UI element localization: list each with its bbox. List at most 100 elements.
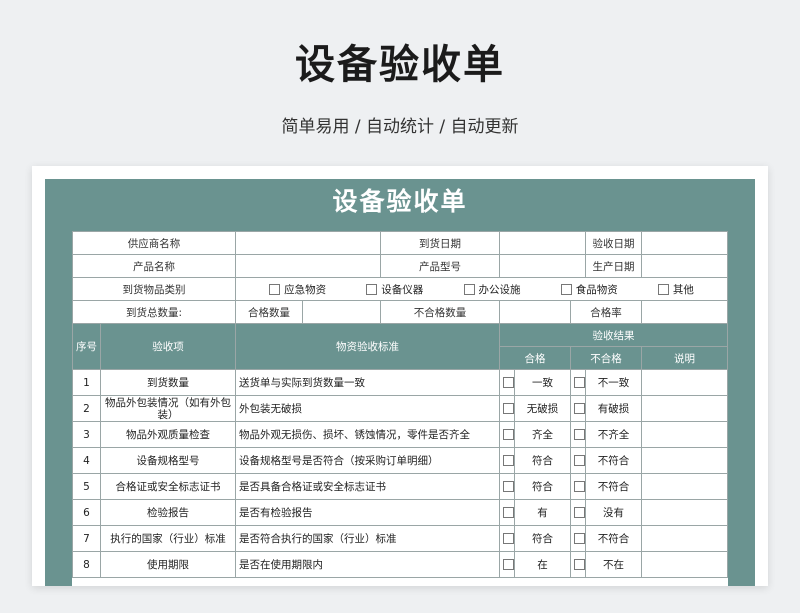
checkbox[interactable] xyxy=(503,403,514,414)
unqualified-quantity-label: 不合格数量 xyxy=(380,300,500,324)
supplier-field[interactable] xyxy=(235,231,381,255)
checkbox[interactable] xyxy=(574,533,585,544)
category-option[interactable]: 食品物资 xyxy=(560,282,618,297)
checkbox[interactable] xyxy=(503,481,514,492)
category-option-label: 食品物资 xyxy=(575,283,618,296)
fail-checkbox-cell[interactable] xyxy=(569,447,587,474)
category-option[interactable]: 设备仪器 xyxy=(366,282,423,297)
pass-checkbox-cell[interactable] xyxy=(499,525,515,552)
item-number: 5 xyxy=(72,473,101,500)
table-row: 8 使用期限 是否在使用期限内 在 不在 xyxy=(72,551,729,578)
fail-label: 不在 xyxy=(585,551,643,578)
checkbox[interactable] xyxy=(560,283,572,295)
checkbox[interactable] xyxy=(366,283,378,295)
col-header-pass: 合格 xyxy=(499,346,571,370)
item-name: 执行的国家（行业）标准 xyxy=(100,525,236,552)
col-header-note: 说明 xyxy=(641,346,729,370)
fail-checkbox-cell[interactable] xyxy=(569,369,587,396)
item-number: 7 xyxy=(72,525,101,552)
checkbox[interactable] xyxy=(503,507,514,518)
pass-label: 无破损 xyxy=(514,395,571,422)
note-field[interactable] xyxy=(641,447,729,474)
form-sheet: 供应商名称 到货日期 验收日期 产品名称 产品型号 生产日期 到货物品类别 应急… xyxy=(72,231,729,586)
pass-rate-field[interactable] xyxy=(641,300,729,324)
header-row-1: 序号 验收项 物资验收标准 验收结果 xyxy=(72,323,729,370)
category-label: 到货物品类别 xyxy=(72,277,236,301)
pass-checkbox-cell[interactable] xyxy=(499,551,515,578)
total-quantity-label: 到货总数量: xyxy=(72,300,236,324)
checkbox[interactable] xyxy=(574,481,585,492)
checkbox[interactable] xyxy=(657,283,669,295)
pass-checkbox-cell[interactable] xyxy=(499,395,515,422)
production-date-field[interactable] xyxy=(641,254,729,278)
table-row: 3 物品外观质量检查 物品外观无损伤、损坏、锈蚀情况，零件是否齐全 齐全 不齐全 xyxy=(72,421,729,448)
item-standard: 是否符合执行的国家（行业）标准 xyxy=(235,525,500,552)
note-field[interactable] xyxy=(641,421,729,448)
pass-checkbox-cell[interactable] xyxy=(499,421,515,448)
qualified-quantity-field[interactable] xyxy=(302,300,381,324)
product-model-label: 产品型号 xyxy=(380,254,500,278)
pass-checkbox-cell[interactable] xyxy=(499,499,515,526)
acceptance-table: 供应商名称 到货日期 验收日期 产品名称 产品型号 生产日期 到货物品类别 应急… xyxy=(72,231,729,578)
checkbox[interactable] xyxy=(463,283,475,295)
product-name-field[interactable] xyxy=(235,254,381,278)
fail-label: 有破损 xyxy=(585,395,643,422)
item-number: 8 xyxy=(72,551,101,578)
fail-label: 不一致 xyxy=(585,369,643,396)
checkbox[interactable] xyxy=(503,455,514,466)
item-number: 4 xyxy=(72,447,101,474)
category-option[interactable]: 办公设施 xyxy=(463,282,521,297)
category-option[interactable]: 应急物资 xyxy=(269,282,326,297)
category-option-label: 其他 xyxy=(672,283,694,296)
checkbox[interactable] xyxy=(574,377,585,388)
category-options: 应急物资 设备仪器 办公设施 食品物资 其他 xyxy=(234,277,729,301)
fail-checkbox-cell[interactable] xyxy=(569,499,587,526)
info-row-2: 产品名称 产品型号 生产日期 xyxy=(72,254,729,278)
pass-checkbox-cell[interactable] xyxy=(499,369,515,396)
checkbox[interactable] xyxy=(503,533,514,544)
product-model-field[interactable] xyxy=(498,254,587,278)
checkbox[interactable] xyxy=(503,377,514,388)
pass-rate-label: 合格率 xyxy=(569,300,643,324)
checkbox[interactable] xyxy=(574,403,585,414)
item-standard: 物品外观无损伤、损坏、锈蚀情况，零件是否齐全 xyxy=(235,421,500,448)
quantity-row: 到货总数量: 合格数量 不合格数量 合格率 xyxy=(72,300,729,324)
note-field[interactable] xyxy=(641,473,729,500)
fail-checkbox-cell[interactable] xyxy=(569,395,587,422)
category-option[interactable]: 其他 xyxy=(657,282,694,297)
note-field[interactable] xyxy=(641,525,729,552)
category-option-label: 应急物资 xyxy=(284,283,327,296)
fail-checkbox-cell[interactable] xyxy=(569,525,587,552)
note-field[interactable] xyxy=(641,369,729,396)
note-field[interactable] xyxy=(641,551,729,578)
checkbox[interactable] xyxy=(574,429,585,440)
fail-checkbox-cell[interactable] xyxy=(569,473,587,500)
table-row: 4 设备规格型号 设备规格型号是否符合（按采购订单明细） 符合 不符合 xyxy=(72,447,729,474)
pass-checkbox-cell[interactable] xyxy=(499,473,515,500)
fail-checkbox-cell[interactable] xyxy=(569,421,587,448)
item-name: 设备规格型号 xyxy=(100,447,236,474)
checkbox[interactable] xyxy=(574,507,585,518)
page-title: 设备验收单 xyxy=(295,42,505,88)
col-header-standard: 物资验收标准 xyxy=(235,323,500,370)
form-card: 设备验收单 供应商名称 到货日期 验收日期 产品名称 产品型号 生产日期 到货物… xyxy=(32,166,768,586)
note-field[interactable] xyxy=(641,499,729,526)
unqualified-quantity-field[interactable] xyxy=(499,300,571,324)
note-field[interactable] xyxy=(641,395,729,422)
item-standard: 是否在使用期限内 xyxy=(235,551,500,578)
item-number: 6 xyxy=(72,499,101,526)
pass-checkbox-cell[interactable] xyxy=(499,447,515,474)
table-row: 2 物品外包装情况（如有外包装） 外包装无破损 无破损 有破损 xyxy=(72,395,729,422)
pass-label: 符合 xyxy=(514,473,571,500)
checkbox[interactable] xyxy=(503,429,514,440)
item-standard: 是否具备合格证或安全标志证书 xyxy=(235,473,500,500)
checkbox[interactable] xyxy=(503,559,514,570)
category-option-label: 设备仪器 xyxy=(381,283,424,296)
checkbox[interactable] xyxy=(574,455,585,466)
acceptance-date-field[interactable] xyxy=(641,231,729,255)
arrival-date-field[interactable] xyxy=(498,231,587,255)
checkbox[interactable] xyxy=(574,559,585,570)
checkbox[interactable] xyxy=(269,283,281,295)
item-standard: 外包装无破损 xyxy=(235,395,500,422)
fail-checkbox-cell[interactable] xyxy=(569,551,587,578)
